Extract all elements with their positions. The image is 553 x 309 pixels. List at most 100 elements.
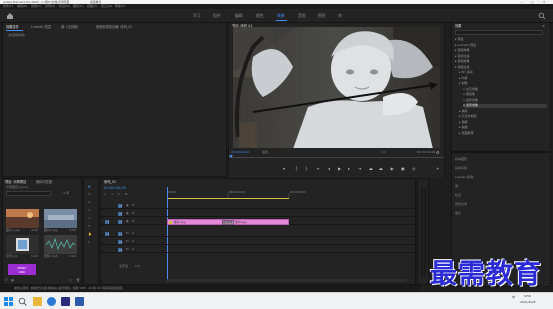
home-icon[interactable] [6,12,14,20]
solo-icon[interactable]: S [132,239,134,243]
panel-markers[interactable]: 标记 [455,193,461,197]
search-icon[interactable] [538,12,546,20]
track-target-v1[interactable]: V1 [105,220,109,224]
edge-browser-icon[interactable] [47,297,56,306]
panel-libraries[interactable]: 库 [455,184,458,188]
panel-essential-graphics[interactable]: 基本图形 [455,157,467,161]
settings-wrench-icon[interactable]: ⚙ [436,150,440,155]
effects-tree-item[interactable]: ▸ 页面剥落 [459,131,473,136]
program-current-timecode[interactable]: 00;00;00;00 [231,150,249,154]
taskbar-search-icon[interactable] [18,297,27,306]
timeline-clip[interactable]: 图片2.jpg [228,219,289,225]
timeline-tab[interactable]: 序列_01 [104,179,116,185]
effects-tree-item[interactable]: ▸ 内滑 [459,76,467,81]
workspace-tab-color[interactable]: 颜色 [256,11,264,21]
playhead-icon[interactable] [229,155,233,160]
effects-tree-item[interactable]: ▸ 缩放 [459,125,467,130]
taskbar-date[interactable]: 2021/10/8 [520,300,535,304]
program-monitor-video[interactable] [233,27,440,149]
eye-icon[interactable]: ◉ [126,219,129,223]
effects-tree-item[interactable]: ▸ 视频效果 [455,59,469,64]
panel-lumetri-color[interactable]: Lumetri 颜色 [455,175,474,179]
workspace-tab-libraries[interactable]: 库 [338,11,342,21]
thumbnail-image1[interactable] [6,209,39,228]
track-label-a1[interactable]: A1 [118,232,122,236]
effects-tree-item[interactable]: ▫ 交叉划像 [463,87,478,92]
snap-icon[interactable]: ⊂ [104,192,107,196]
tab-audio-clip-mixer[interactable]: 音频剪辑混合器: 序列_01 [96,24,132,30]
effects-tree-item[interactable]: ▸ 划像 [459,81,467,86]
workspace-tab-audio[interactable]: 音频 [298,11,306,21]
compare-view-icon[interactable]: ▣ [401,166,405,171]
workspace-tab-assembly[interactable]: 组件 [213,11,221,21]
track-label-a3[interactable]: A3 [118,248,122,252]
badge[interactable]: MENU LINK [8,264,36,275]
workspace-tab-graphics[interactable]: 图形 [318,11,326,21]
eye-icon[interactable]: ◉ [126,203,129,207]
solo-icon[interactable]: S [132,247,134,251]
pen-tool-icon[interactable]: ✒ [88,224,91,228]
vr-view-icon[interactable]: ◎ [412,166,416,171]
fit-dropdown[interactable]: 适合 [262,150,268,154]
timeline-horizontal-scrollbar[interactable] [167,279,407,282]
solo-icon[interactable]: S [132,231,134,235]
word-taskbar-icon[interactable] [75,297,84,306]
taskbar-time[interactable]: 9:56 [524,294,531,298]
sync-lock-icon[interactable]: ⇄ [132,219,135,223]
monitor-time-ruler[interactable] [229,157,444,158]
mute-icon[interactable]: M [126,247,129,251]
selection-tool-icon[interactable]: ▲ [88,184,90,188]
sync-lock-icon[interactable]: ⇄ [132,211,135,215]
sync-lock-icon[interactable]: ⇄ [132,203,135,207]
slip-tool-icon[interactable]: ↔ [88,216,91,220]
premiere-taskbar-icon[interactable] [61,297,70,306]
effects-tree-item[interactable]: ▸ 音频过渡 [455,54,469,59]
mark-in-icon[interactable]: { [295,166,298,171]
track-label-v3[interactable]: V3 [118,204,122,208]
timeline-clip[interactable]: 图片1.jpg [167,219,228,225]
tab-source[interactable]: 源: (无剪辑) [61,24,78,30]
thumbnail-sequence[interactable] [6,235,39,254]
resolution-dropdown[interactable]: 1/2 [381,150,386,154]
effects-tree-item[interactable]: ▸ Lumetri 预设 [455,43,476,48]
effects-tree-item[interactable]: ▸ 预设 [455,37,463,42]
track-target-a1[interactable]: A1 [105,232,109,236]
windows-start-icon[interactable] [4,297,13,306]
tab-lumetri-scopes[interactable]: Lumetri 范围 [31,24,51,30]
step-forward-icon[interactable]: ▸ [348,166,350,171]
effects-search-input[interactable] [455,30,543,35]
trash-icon[interactable]: 🗑 [76,278,80,282]
panel-essential-sound[interactable]: 基本声音 [455,166,467,170]
workspace-tab-learn[interactable]: 学习 [193,11,201,21]
eye-icon[interactable]: ◉ [126,211,129,215]
list-view-icon[interactable]: ☰ [5,278,8,282]
track-label-v1[interactable]: V1 [118,220,122,224]
mark-out-icon[interactable]: } [305,166,308,171]
transition-marker[interactable]: 菱形划像 [222,219,234,225]
ripple-edit-tool-icon[interactable]: ⇹ [88,200,91,204]
effects-tree-item[interactable]: ▸ 音频效果 [455,48,469,53]
new-item-icon[interactable]: ▢ [69,278,72,282]
effects-tree-item[interactable]: ▫ 盒形划像 [463,98,478,103]
effects-tree-item[interactable]: ▸ 溶解 [459,120,467,125]
mute-icon[interactable]: M [126,231,129,235]
effects-tree-item[interactable]: ▫ 菱形划像 [463,103,547,108]
timeline-settings-icon[interactable]: ⚙ [125,192,128,196]
file-explorer-icon[interactable] [33,297,42,306]
step-back-icon[interactable]: ◂ [328,166,330,171]
mute-icon[interactable]: M [126,239,129,243]
effects-tree-item[interactable]: ▸ 3D 运动 [459,70,473,75]
effects-tree-item[interactable]: ▸ 视频过渡 [455,65,469,70]
add-marker-timeline-icon[interactable]: ▾ [118,192,120,196]
track-label-a2[interactable]: A2 [118,240,122,244]
linked-selection-icon[interactable]: ∞ [111,192,114,196]
thumbnail-audio[interactable] [44,235,77,254]
effects-tree-item[interactable]: ▸ 擦除 [459,109,467,114]
extract-icon[interactable]: ⏏ [379,166,383,171]
master-track-level[interactable]: 0.0 [135,264,140,268]
icon-view-icon[interactable]: ▦ [11,278,14,282]
go-to-in-icon[interactable]: ⇤ [317,166,320,171]
track-select-tool-icon[interactable]: ⇉ [88,192,91,196]
project-search-input[interactable] [6,191,51,196]
export-frame-icon[interactable]: ◉ [390,166,394,171]
